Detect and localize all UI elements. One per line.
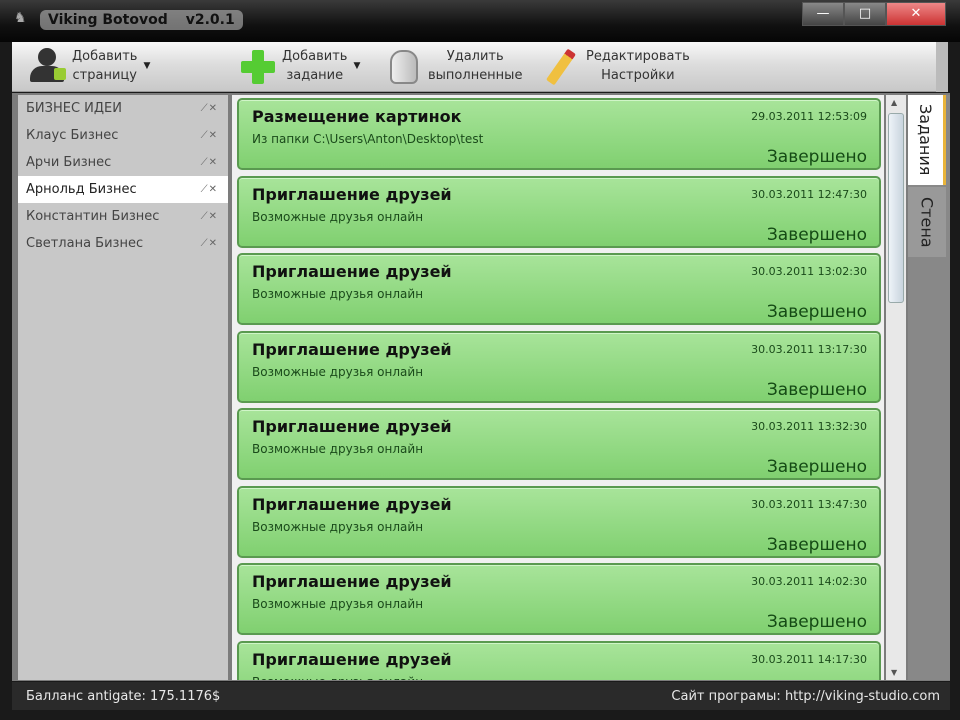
task-status: Завершено <box>766 224 867 245</box>
close-button[interactable]: ✕ <box>886 2 946 26</box>
task-title: Приглашение друзей <box>252 262 452 281</box>
minimize-button[interactable]: — <box>802 2 844 26</box>
task-card[interactable]: Приглашение друзей Возможные друзья онла… <box>237 640 881 681</box>
sidebar-item-label: Клаус Бизнес <box>26 128 119 143</box>
edit-delete-icons[interactable]: ⟋✕ <box>201 157 218 168</box>
dropdown-caret-icon[interactable]: ▼ <box>353 57 360 76</box>
sidebar-item-label: Арнольд Бизнес <box>26 182 137 197</box>
task-title: Приглашение друзей <box>252 572 452 591</box>
sidebar-item-label: Светлана Бизнес <box>26 236 144 251</box>
task-subtitle: Возможные друзья онлайн <box>252 442 424 456</box>
dropdown-caret-icon[interactable]: ▼ <box>143 57 150 76</box>
scroll-down-icon[interactable]: ▼ <box>891 668 897 677</box>
task-title: Приглашение друзей <box>252 184 452 204</box>
sidebar-item[interactable]: Арнольд Бизнес ⟋✕ <box>18 176 228 203</box>
task-list: Размещение картинок Из папки C:\Users\An… <box>232 95 884 680</box>
task-title: Приглашение друзей <box>252 339 452 359</box>
task-date: 30.03.2011 12:47:30 <box>751 187 867 201</box>
sidebar-item[interactable]: Константин Бизнес ⟋✕ <box>18 203 228 230</box>
task-card[interactable]: Приглашение друзей Возможные друзья онла… <box>237 330 881 403</box>
edit-label-1: Редактировать <box>586 49 690 64</box>
task-subtitle: Возможные друзья онлайн <box>252 519 424 534</box>
task-subtitle: Возможные друзья онлайн <box>252 675 423 681</box>
add-task-label-1: Добавить <box>282 49 348 64</box>
tab-wall[interactable]: Стена <box>908 187 946 257</box>
task-date: 30.03.2011 13:02:30 <box>751 265 867 278</box>
app-icon: ♞ <box>14 10 27 26</box>
edit-delete-icons[interactable]: ⟋✕ <box>201 103 218 114</box>
plus-icon <box>238 46 278 86</box>
window-title: Viking Botovod v2.0.1 <box>40 10 243 30</box>
app-name: Viking Botovod <box>48 12 168 28</box>
task-status: Завершено <box>766 379 867 400</box>
add-task-button[interactable]: Добавить задание ▼ <box>238 46 360 86</box>
title-bar: ♞ Viking Botovod v2.0.1 — □ ✕ <box>0 0 960 42</box>
tab-tasks[interactable]: Задания <box>908 95 946 185</box>
edit-delete-icons[interactable]: ⟋✕ <box>201 184 218 195</box>
sidebar-item-label: БИЗНЕС ИДЕИ <box>26 101 122 116</box>
antigate-balance: Балланс antigate: 175.1176$ <box>26 688 221 704</box>
edit-settings-button[interactable]: Редактировать Настройки <box>542 46 690 86</box>
pencil-icon <box>542 46 582 86</box>
add-page-label-2: страницу <box>72 68 137 83</box>
task-title: Размещение картинок <box>252 107 462 126</box>
delete-label-2: выполненные <box>428 68 523 83</box>
task-title: Приглашение друзей <box>252 417 452 436</box>
task-status: Завершено <box>766 534 867 555</box>
task-subtitle: Из папки C:\Users\Anton\Desktop\test <box>252 132 484 146</box>
sidebar-item[interactable]: Арчи Бизнес ⟋✕ <box>18 149 228 176</box>
scroll-thumb[interactable] <box>888 113 904 303</box>
task-subtitle: Возможные друзья онлайн <box>252 364 424 379</box>
sidebar-item[interactable]: БИЗНЕС ИДЕИ ⟋✕ <box>18 95 228 122</box>
task-subtitle: Возможные друзья онлайн <box>252 209 424 224</box>
scroll-up-icon[interactable]: ▲ <box>891 98 897 107</box>
task-status: Завершено <box>766 612 867 632</box>
user-add-icon <box>28 46 68 86</box>
edit-delete-icons[interactable]: ⟋✕ <box>201 238 218 249</box>
delete-completed-button[interactable]: Удалить выполненные <box>384 46 522 86</box>
task-title: Приглашение друзей <box>252 649 452 669</box>
task-date: 30.03.2011 14:02:30 <box>751 575 867 588</box>
app-version: v2.0.1 <box>185 12 235 28</box>
side-tabs: Задания Стена <box>908 95 950 680</box>
add-page-button[interactable]: Добавить страницу ▼ <box>28 46 150 86</box>
task-card[interactable]: Приглашение друзей Возможные друзья онла… <box>237 485 881 558</box>
edit-delete-icons[interactable]: ⟋✕ <box>201 130 218 141</box>
toolbar-scrollbar[interactable] <box>936 42 948 92</box>
task-card[interactable]: Размещение картинок Из папки C:\Users\An… <box>237 98 881 170</box>
sidebar-item-label: Арчи Бизнес <box>26 155 112 170</box>
task-date: 30.03.2011 14:17:30 <box>751 652 867 666</box>
delete-label-1: Удалить <box>446 49 504 64</box>
task-card[interactable]: Приглашение друзей Возможные друзья онла… <box>237 253 881 325</box>
task-subtitle: Возможные друзья онлайн <box>252 597 424 611</box>
task-status: Завершено <box>766 457 867 477</box>
sidebar-item-label: Константин Бизнес <box>26 209 160 224</box>
toolbar: Добавить страницу ▼ Добавить задание ▼ Уда… <box>12 42 936 92</box>
pages-sidebar: БИЗНЕС ИДЕИ ⟋✕ Клаус Бизнес ⟋✕ Арчи Бизнес ⟋✕… <box>18 95 228 680</box>
task-date: 30.03.2011 13:32:30 <box>751 420 867 433</box>
program-site-link[interactable]: Сайт програмы: http://viking-studio.com <box>671 689 940 704</box>
task-status: Завершено <box>766 147 867 167</box>
task-date: 29.03.2011 12:53:09 <box>751 110 867 123</box>
task-card[interactable]: Приглашение друзей Возможные друзья онла… <box>237 408 881 480</box>
task-list-scrollbar[interactable]: ▲ ▼ <box>886 95 906 680</box>
trash-can-icon <box>384 46 424 86</box>
status-bar: Балланс antigate: 175.1176$ Сайт програм… <box>12 682 950 710</box>
task-status: Завершено <box>766 302 867 322</box>
task-date: 30.03.2011 13:17:30 <box>751 342 867 356</box>
task-date: 30.03.2011 13:47:30 <box>751 497 867 511</box>
edit-delete-icons[interactable]: ⟋✕ <box>201 211 218 222</box>
edit-label-2: Настройки <box>601 68 675 83</box>
task-card[interactable]: Приглашение друзей Возможные друзья онла… <box>237 175 881 248</box>
sidebar-item[interactable]: Клаус Бизнес ⟋✕ <box>18 122 228 149</box>
sidebar-item[interactable]: Светлана Бизнес ⟋✕ <box>18 230 228 257</box>
add-page-label-1: Добавить <box>72 49 138 64</box>
task-title: Приглашение друзей <box>252 494 452 514</box>
task-card[interactable]: Приглашение друзей Возможные друзья онла… <box>237 563 881 635</box>
task-subtitle: Возможные друзья онлайн <box>252 287 424 301</box>
maximize-button[interactable]: □ <box>844 2 886 26</box>
add-task-label-2: задание <box>286 68 344 83</box>
